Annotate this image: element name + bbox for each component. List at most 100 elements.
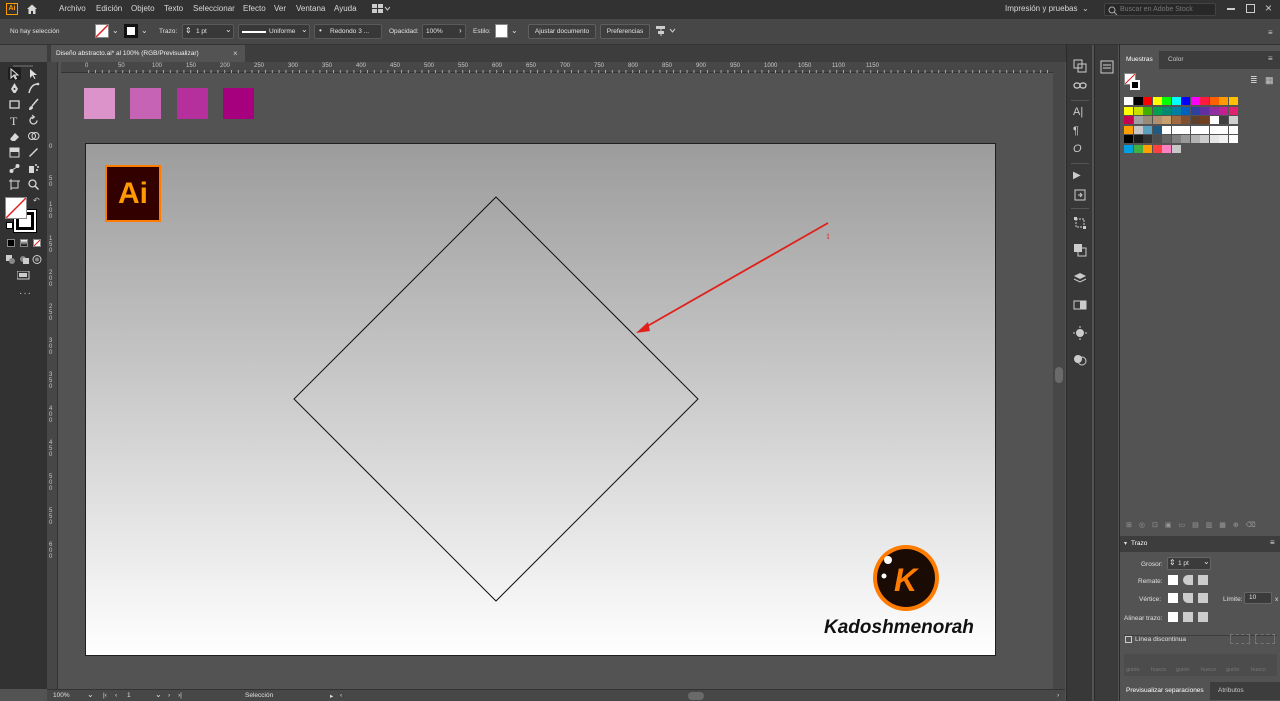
- swatches-footer-icons[interactable]: ⊞◎⊡▣▭▤▥▦⊕⌫: [1126, 521, 1276, 531]
- transform-panel-icon[interactable]: [1073, 216, 1087, 230]
- artboard[interactable]: [85, 143, 996, 656]
- swatch[interactable]: [1228, 97, 1238, 105]
- artboards-panel-icon[interactable]: [1073, 59, 1087, 73]
- swatch[interactable]: [1181, 116, 1190, 124]
- miter-join-icon[interactable]: [1168, 593, 1178, 603]
- swatch[interactable]: [1124, 125, 1133, 134]
- status-menu-icon[interactable]: ▸: [330, 692, 333, 700]
- grid-view-icon[interactable]: ▦: [1265, 75, 1274, 86]
- arrange-documents-icon[interactable]: [372, 4, 391, 16]
- symbol-sprayer-tool-icon[interactable]: [27, 162, 40, 175]
- chevron-down-icon[interactable]: ⌄: [301, 25, 308, 34]
- close-window-icon[interactable]: ×: [1265, 1, 1272, 15]
- swatch[interactable]: [1171, 125, 1181, 134]
- opacity-label[interactable]: Opacidad:: [389, 28, 419, 35]
- gradient-tool-icon[interactable]: [8, 146, 21, 159]
- pen-tool-icon[interactable]: [8, 82, 21, 95]
- align-outside-icon[interactable]: [1198, 612, 1208, 622]
- swatch[interactable]: [1133, 144, 1143, 153]
- paragraph-panel-icon[interactable]: ¶: [1073, 125, 1087, 139]
- graphic-style-swatch[interactable]: [495, 24, 508, 38]
- brush-select[interactable]: • Redondo 3 ...: [314, 24, 382, 39]
- shape-builder-tool-icon[interactable]: [27, 130, 40, 143]
- draw-normal-icon[interactable]: [6, 255, 16, 264]
- menu-ayuda[interactable]: Ayuda: [334, 4, 357, 13]
- stepper-icon[interactable]: ⇕: [185, 26, 192, 35]
- menu-efecto[interactable]: Efecto: [243, 4, 266, 13]
- maximize-icon[interactable]: [1246, 4, 1255, 13]
- color-mode-icon[interactable]: [7, 239, 15, 247]
- stroke-label[interactable]: Trazo:: [159, 28, 177, 35]
- panel-menu-icon[interactable]: ≡: [1270, 538, 1275, 547]
- default-colors-icon[interactable]: [6, 222, 13, 229]
- swatch[interactable]: [1181, 97, 1190, 105]
- artboard-tool-icon[interactable]: [8, 178, 21, 191]
- gradient-mode-icon[interactable]: [20, 239, 28, 247]
- horizontal-scroll-thumb[interactable]: [688, 692, 704, 700]
- zoom-tool-icon[interactable]: [27, 178, 40, 191]
- swatch[interactable]: [1124, 106, 1133, 115]
- menu-seleccionar[interactable]: Seleccionar: [193, 4, 235, 13]
- swatch[interactable]: [1219, 135, 1228, 143]
- swatch[interactable]: [1219, 97, 1228, 105]
- menu-archivo[interactable]: Archivo: [59, 4, 86, 13]
- swatch[interactable]: [1162, 106, 1171, 115]
- color-sample-2[interactable]: [130, 88, 161, 119]
- transparency-panel-icon[interactable]: [1073, 353, 1087, 367]
- previous-artboard-icon[interactable]: ‹: [115, 692, 117, 699]
- swatch[interactable]: [1219, 116, 1228, 124]
- swatch[interactable]: [1152, 135, 1162, 143]
- chevron-down-icon[interactable]: ⌄: [511, 26, 518, 35]
- preferences-button[interactable]: Preferencias: [600, 24, 650, 39]
- draw-inside-icon[interactable]: [32, 255, 42, 264]
- horizontal-ruler[interactable]: 0 50 100 150 200 250 300 350 400 450 500…: [61, 62, 1053, 73]
- draw-behind-icon[interactable]: [19, 255, 29, 264]
- first-artboard-icon[interactable]: |‹: [103, 692, 107, 699]
- last-artboard-icon[interactable]: ›|: [178, 692, 182, 699]
- fill-color-swatch[interactable]: [5, 197, 27, 219]
- scroll-thumb[interactable]: [1055, 367, 1063, 383]
- export-panel-icon[interactable]: [1073, 188, 1087, 202]
- dashed-line-checkbox[interactable]: [1125, 636, 1132, 643]
- artboard-number[interactable]: 1: [127, 692, 131, 699]
- chevron-down-icon[interactable]: ⌄: [225, 25, 232, 34]
- actions-panel-icon[interactable]: ▶: [1073, 170, 1087, 184]
- zoom-level[interactable]: 100%: [53, 692, 70, 699]
- swatch[interactable]: [1228, 116, 1238, 124]
- selection-tool-icon[interactable]: [8, 67, 21, 80]
- opentype-panel-icon[interactable]: O: [1073, 143, 1087, 157]
- swatch[interactable]: [1124, 97, 1133, 105]
- rectangle-tool-icon[interactable]: [8, 98, 21, 111]
- swatch[interactable]: [1162, 135, 1171, 143]
- align-center-icon[interactable]: [1168, 612, 1178, 622]
- swatch[interactable]: [1152, 97, 1162, 105]
- swatch[interactable]: [1171, 135, 1181, 143]
- swatch[interactable]: [1209, 116, 1219, 124]
- bevel-join-icon[interactable]: [1198, 593, 1208, 603]
- stroke-weight-input[interactable]: ⇕ 1 pt ⌄: [1167, 557, 1211, 570]
- tab-color[interactable]: Color: [1162, 51, 1190, 69]
- panel-menu-icon[interactable]: ≡: [1268, 28, 1273, 37]
- scroll-right-icon[interactable]: ›: [1057, 692, 1059, 699]
- close-tab-icon[interactable]: ×: [233, 45, 238, 62]
- chevron-down-icon[interactable]: ⌄: [141, 26, 148, 35]
- scroll-left-icon[interactable]: ‹: [340, 692, 342, 699]
- swatch[interactable]: [1181, 106, 1190, 115]
- round-join-icon[interactable]: [1183, 593, 1193, 603]
- swatch[interactable]: [1219, 125, 1228, 134]
- list-view-icon[interactable]: ≣: [1250, 75, 1258, 86]
- pathfinder-panel-icon[interactable]: [1073, 243, 1087, 257]
- none-mode-icon[interactable]: [33, 239, 41, 247]
- swatch[interactable]: [1209, 135, 1219, 143]
- stroke-swatch[interactable]: [124, 24, 138, 38]
- swatch[interactable]: [1171, 144, 1181, 153]
- menu-ver[interactable]: Ver: [274, 4, 286, 13]
- swatch[interactable]: [1133, 106, 1143, 115]
- swatch[interactable]: [1200, 135, 1209, 143]
- properties-panel-icon[interactable]: [1100, 60, 1114, 74]
- tab-previsualizar-separaciones[interactable]: Previsualizar separaciones: [1120, 682, 1210, 700]
- swatch[interactable]: [1190, 97, 1200, 105]
- menu-ventana[interactable]: Ventana: [296, 4, 325, 13]
- swatch[interactable]: [1190, 135, 1200, 143]
- swatch[interactable]: [1228, 106, 1238, 115]
